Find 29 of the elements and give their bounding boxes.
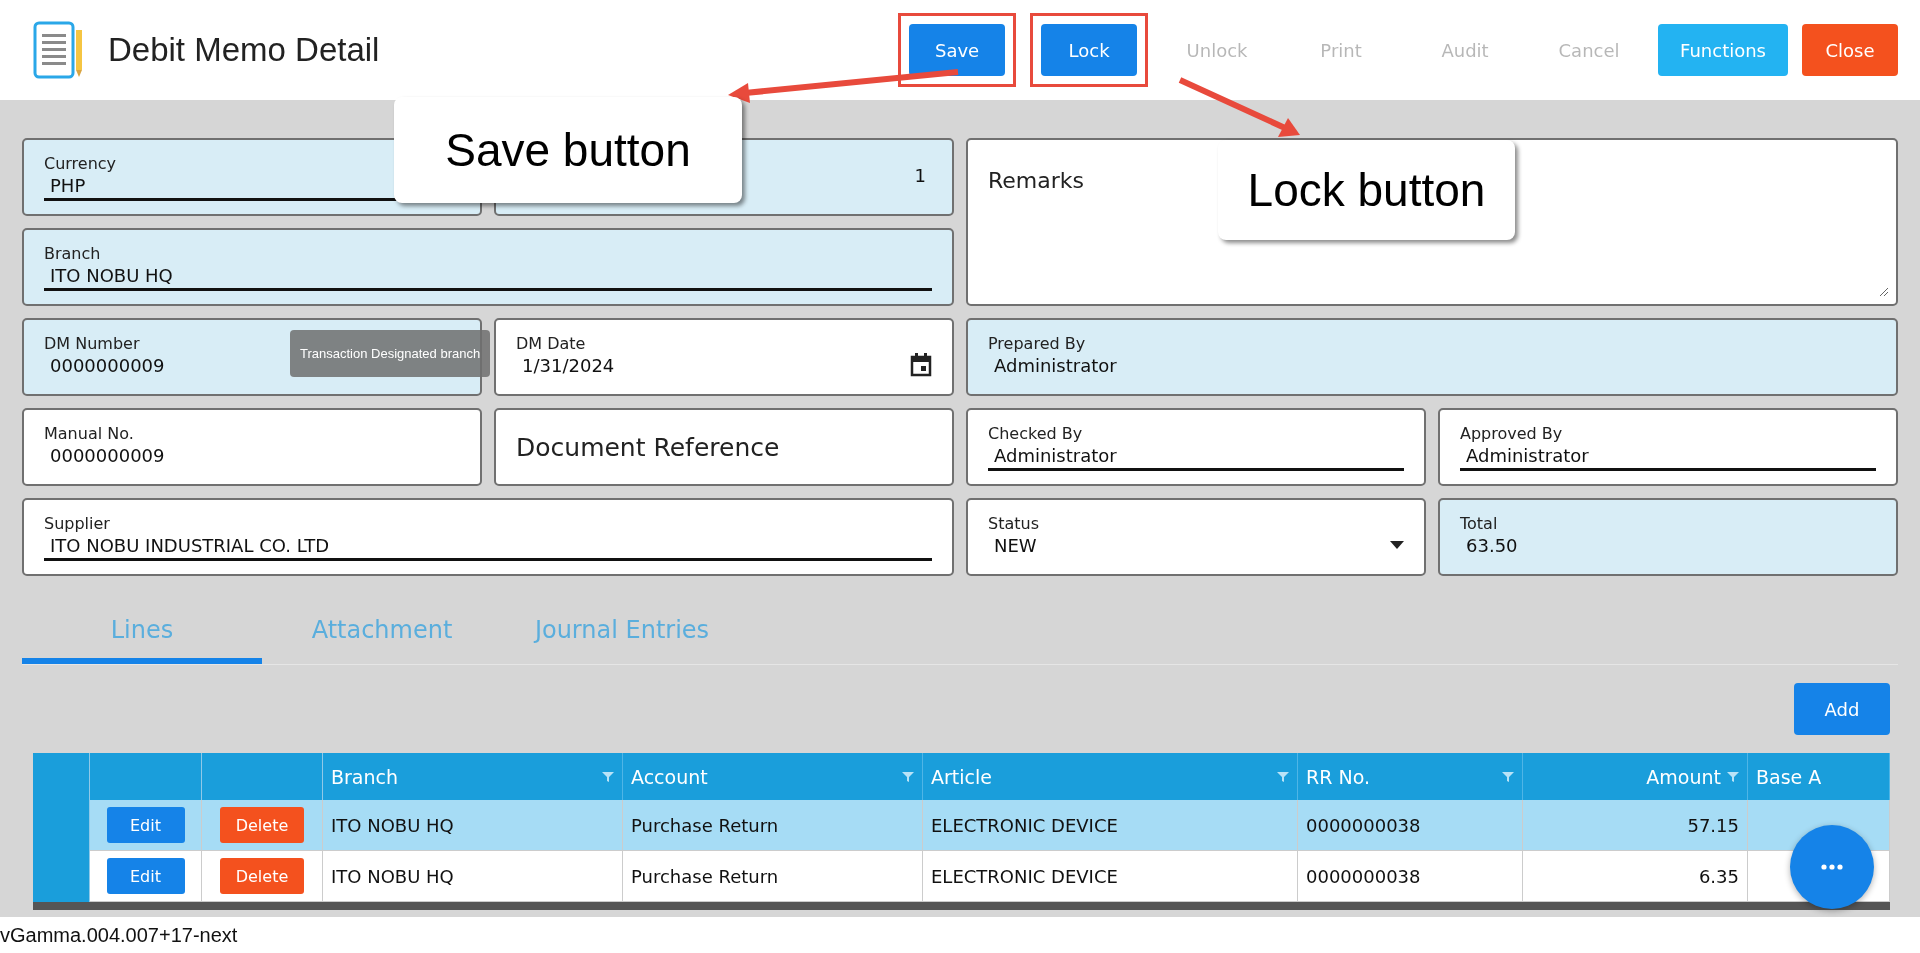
page-title: Debit Memo Detail	[108, 31, 381, 69]
field-label: Status	[988, 513, 1040, 533]
field-value: 0000000009	[49, 353, 166, 378]
field-label: DM Date	[516, 333, 587, 353]
field-value: ITO NOBU INDUSTRIAL CO. LTD	[49, 533, 331, 558]
annotation-tooltip: Save button	[394, 97, 742, 203]
field-label: Approved By	[1460, 423, 1564, 443]
field-label: DM Number	[44, 333, 141, 353]
field-value: Administrator	[1465, 443, 1590, 468]
tooltip: Transaction Designated branch	[290, 330, 491, 377]
field-value: 1	[913, 164, 927, 188]
field-value: 1/31/2024	[521, 353, 616, 378]
field-label: Currency	[44, 153, 118, 173]
field-value: ITO NOBU HQ	[49, 263, 174, 288]
field-label: Prepared By	[988, 333, 1087, 353]
annotation-tooltip: Lock button	[1218, 140, 1515, 240]
field-value: PHP	[49, 173, 87, 198]
field-label: Checked By	[988, 423, 1084, 443]
field-label: Manual No.	[44, 423, 135, 443]
field-value: NEW	[993, 533, 1038, 558]
field-value: Administrator	[993, 353, 1118, 378]
field-label: Remarks	[988, 168, 1084, 193]
field-label: Branch	[44, 243, 102, 263]
field-value: Administrator	[993, 443, 1118, 468]
field-label: Document Reference	[516, 432, 781, 462]
field-value: 0000000009	[49, 443, 166, 468]
field-label: Supplier	[44, 513, 111, 533]
field-value: 63.50	[1465, 533, 1519, 558]
field-label: Total	[1460, 513, 1499, 533]
